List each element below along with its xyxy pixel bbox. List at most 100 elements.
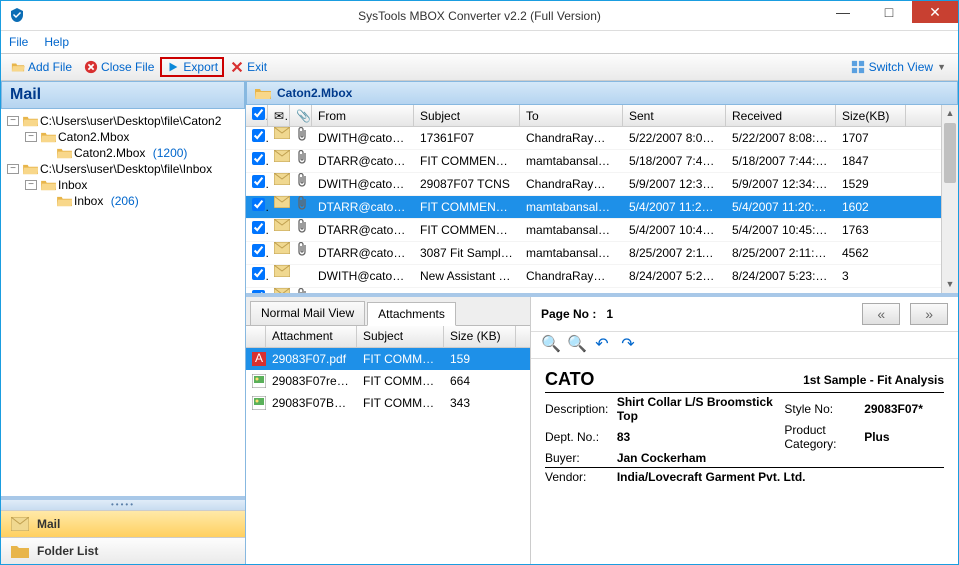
left-panel: Mail − C:\Users\user\Desktop\file\Caton2…: [1, 81, 246, 564]
col-subject[interactable]: Subject: [414, 105, 520, 127]
attachment-row[interactable]: A29083F07.pdfFIT COMME...159: [246, 348, 530, 370]
window-title: SysTools MBOX Converter v2.2 (Full Versi…: [358, 9, 601, 23]
tree-collapse-icon[interactable]: −: [7, 164, 19, 174]
maximize-button[interactable]: □: [866, 1, 912, 23]
image-icon: [246, 396, 266, 410]
att-col-subject[interactable]: Subject: [357, 326, 444, 347]
envelope-icon: [268, 242, 290, 265]
row-checkbox[interactable]: [252, 267, 265, 280]
attachment-icon: [290, 219, 312, 242]
prev-page-button[interactable]: «: [862, 303, 900, 325]
email-row[interactable]: DWITH@catocor...17361F07ChandraRay@lif..…: [246, 127, 941, 150]
row-checkbox[interactable]: [252, 221, 265, 234]
col-received[interactable]: Received: [726, 105, 836, 127]
folder-icon: [11, 544, 29, 558]
cell-sent: 8/24/2007 5:23:5...: [623, 265, 726, 288]
exit-button[interactable]: Exit: [224, 58, 273, 76]
att-col-size[interactable]: Size (KB): [444, 326, 516, 347]
tree-folder[interactable]: Caton2.Mbox: [74, 146, 145, 160]
minimize-button[interactable]: —: [820, 1, 866, 23]
nav-folder-list[interactable]: Folder List: [1, 537, 245, 564]
folder-open-icon: [41, 179, 56, 191]
nav-mail[interactable]: Mail: [1, 510, 245, 537]
row-checkbox[interactable]: [252, 152, 265, 165]
switch-view-button[interactable]: Switch View ▼: [843, 58, 954, 76]
grid-icon: [851, 60, 865, 74]
tree-collapse-icon[interactable]: −: [25, 132, 37, 142]
cell-size: 4562: [836, 242, 906, 265]
tab-attachments[interactable]: Attachments: [367, 302, 456, 326]
add-file-button[interactable]: Add File: [5, 58, 78, 76]
email-row[interactable]: DTARR@catocor...FIT COMMENTS 2...mamtaba…: [246, 196, 941, 219]
row-checkbox[interactable]: [252, 129, 265, 142]
folder-open-icon: [41, 131, 56, 143]
email-row[interactable]: DTARR@catocor...FIT COMMENTS 2...mamtaba…: [246, 219, 941, 242]
tab-normal-view[interactable]: Normal Mail View: [250, 301, 365, 325]
attachment-row[interactable]: 29083F07rev3...FIT COMME...664: [246, 370, 530, 392]
tree-collapse-icon[interactable]: −: [7, 116, 19, 126]
tree-folder[interactable]: Inbox: [58, 178, 87, 192]
tree-folder[interactable]: Caton2.Mbox: [58, 130, 129, 144]
image-icon: [246, 374, 266, 388]
col-from[interactable]: From: [312, 105, 414, 127]
cell-sent: 5/9/2007 12:34:4...: [623, 173, 726, 196]
attachment-icon: [290, 196, 312, 219]
folder-open-icon: [23, 115, 38, 127]
rotate-right-icon[interactable]: ↷: [619, 336, 637, 354]
email-row[interactable]: DWITH@catocor...New Assistant Te...Chand…: [246, 265, 941, 288]
row-checkbox[interactable]: [252, 244, 265, 257]
row-checkbox[interactable]: [252, 175, 265, 188]
close-button[interactable]: ✕: [912, 1, 958, 23]
att-col-name[interactable]: Attachment: [266, 326, 357, 347]
tree-folder[interactable]: Inbox: [74, 194, 103, 208]
cell-received: 5/18/2007 7:44:31...: [726, 150, 836, 173]
row-checkbox[interactable]: [252, 290, 265, 294]
email-grid[interactable]: ✉ 📎 From Subject To Sent Received Size(K…: [246, 105, 941, 293]
close-file-button[interactable]: Close File: [78, 58, 160, 76]
email-row[interactable]: DTARR@catocor...3087 Fit Sample ...mamta…: [246, 242, 941, 265]
next-page-button[interactable]: »: [910, 303, 948, 325]
cell-from: DTARR@catocor...: [312, 288, 414, 294]
row-checkbox[interactable]: [252, 198, 265, 211]
cell-size: 3043: [836, 288, 906, 294]
zoom-in-icon[interactable]: 🔍: [541, 336, 559, 354]
export-button[interactable]: Export: [160, 57, 224, 77]
preview-panel: Page No : 1 « » 🔍 🔍 ↶ ↷ CATO: [531, 297, 958, 564]
grid-header: ✉ 📎 From Subject To Sent Received Size(K…: [246, 105, 941, 127]
cell-from: DTARR@catocor...: [312, 242, 414, 265]
nav-grip[interactable]: •••••: [1, 500, 245, 510]
tree-count: (1200): [153, 146, 188, 160]
col-envelope-icon[interactable]: ✉: [268, 105, 290, 127]
tree-path[interactable]: C:\Users\user\Desktop\file\Inbox: [40, 162, 212, 176]
menu-help[interactable]: Help: [44, 35, 69, 49]
scroll-down-icon[interactable]: ▼: [942, 276, 958, 293]
select-all-checkbox[interactable]: [252, 107, 265, 120]
scroll-up-icon[interactable]: ▲: [942, 105, 958, 122]
cell-size: 1847: [836, 150, 906, 173]
attachment-grid[interactable]: Attachment Subject Size (KB) A29083F07.p…: [246, 325, 530, 564]
tree-path[interactable]: C:\Users\user\Desktop\file\Caton2: [40, 114, 221, 128]
zoom-out-icon[interactable]: 🔍: [567, 336, 585, 354]
email-row[interactable]: DTARR@catocor...3195 Fit Sample ...mamta…: [246, 288, 941, 293]
folder-tree[interactable]: − C:\Users\user\Desktop\file\Caton2 − Ca…: [1, 109, 245, 496]
scroll-thumb[interactable]: [944, 123, 956, 183]
cell-to: ChandraRay@lif...: [520, 265, 623, 288]
svg-text:A: A: [255, 352, 263, 365]
rotate-left-icon[interactable]: ↶: [593, 336, 611, 354]
email-row[interactable]: DWITH@catocor...29087F07 TCNSChandraRay@…: [246, 173, 941, 196]
tree-collapse-icon[interactable]: −: [25, 180, 37, 190]
preview-document[interactable]: CATO 1st Sample - Fit Analysis Descripti…: [531, 359, 958, 564]
col-sent[interactable]: Sent: [623, 105, 726, 127]
attachment-row[interactable]: 29083F07BKre...FIT COMME...343: [246, 392, 530, 414]
cell-received: 5/22/2007 8:08:5...: [726, 127, 836, 150]
grid-scrollbar[interactable]: ▲ ▼: [941, 105, 958, 293]
col-size[interactable]: Size(KB): [836, 105, 906, 127]
chevron-down-icon: ▼: [937, 62, 946, 72]
cell-subject: 3087 Fit Sample ...: [414, 242, 520, 265]
menu-file[interactable]: File: [9, 35, 28, 49]
col-to[interactable]: To: [520, 105, 623, 127]
email-row[interactable]: DTARR@catocor...FIT COMMENTS 2...mamtaba…: [246, 150, 941, 173]
col-attachment-icon[interactable]: 📎: [290, 105, 312, 127]
attachment-icon: [290, 173, 312, 196]
cell-sent: 5/22/2007 8:08:5...: [623, 127, 726, 150]
